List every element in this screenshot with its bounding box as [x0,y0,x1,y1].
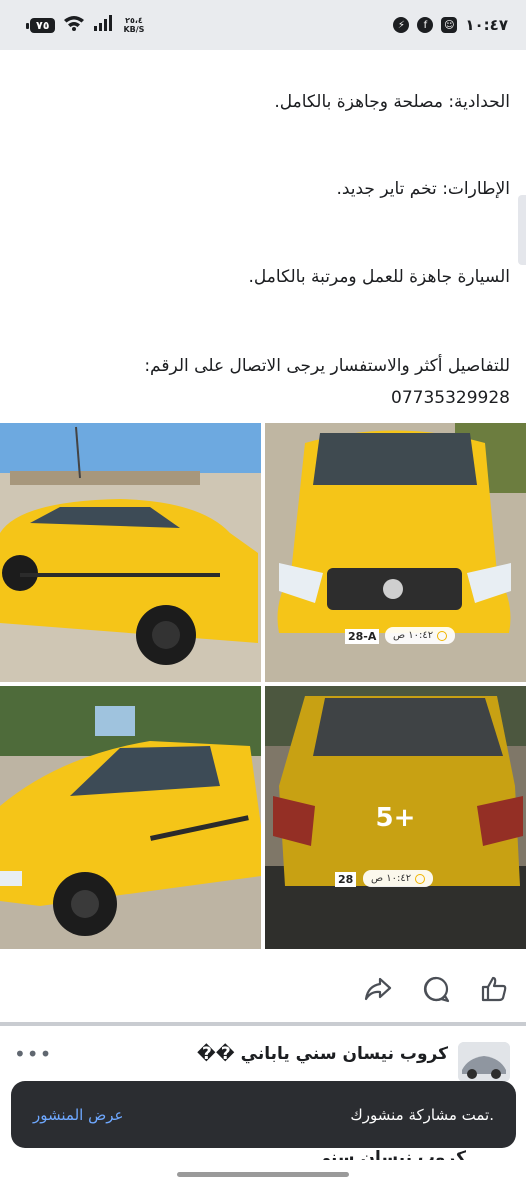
photo-timestamp: ١٠:٤٢ ص [385,627,456,644]
next-post-text-peek: كروب نيسان سني [313,1148,466,1160]
post-actions [0,960,526,1018]
toast-message: تمت مشاركة منشورك. [350,1105,494,1124]
more-options-icon[interactable]: ••• [14,1042,52,1066]
facebook-icon: f [417,17,434,33]
view-post-button[interactable]: عرض المنشور [33,1106,123,1124]
post-line-contact: للتفاصيل أكثر والاستفسار يرجى الاتصال عل… [144,356,510,376]
status-bar: ٧٥ ٢٥،٤ KB/S ⚡ f ☺ ١٠:٤٧ [0,0,526,50]
share-icon[interactable] [364,976,392,1002]
clock: ١٠:٤٧ [465,16,508,34]
car-photo-rear[interactable]: 5+ 28 ١٠:٤٢ ص [265,686,526,949]
network-speed: ٢٥،٤ KB/S [123,16,145,34]
photo-timestamp-rear: ١٠:٤٢ ص [363,870,434,887]
post-line-tires: الإطارات: تخم تاير جديد. [336,179,510,199]
photo-grid: ١٠:٤٢ ص 28-A 5+ 28 ١٠:٤٢ ص [0,423,526,949]
car-photo-side[interactable] [0,423,261,682]
messenger-icon: ⚡ [393,17,410,33]
snapchat-icon: ☺ [441,17,458,33]
post-divider [0,1022,526,1026]
license-plate-rear: 28 [335,872,357,887]
status-left: ٧٥ ٢٥،٤ KB/S [25,15,145,35]
scrollbar[interactable] [518,195,526,265]
post-line-body-work: الحدادية: مصلحة وجاهزة بالكامل. [274,92,510,112]
wifi-icon [63,15,85,35]
more-photos-overlay[interactable]: 5+ [265,686,526,949]
status-right: ⚡ f ☺ ١٠:٤٧ [393,16,508,34]
car-photo-angle[interactable] [0,686,261,949]
clock-icon [437,630,448,641]
home-indicator[interactable] [177,1172,349,1177]
post-line-ready: السيارة جاهزة للعمل ومرتبة بالكامل. [248,267,510,287]
comment-icon[interactable] [422,975,450,1003]
battery-indicator: ٧٥ [25,17,56,33]
thumbs-up-icon[interactable] [480,975,508,1003]
group-avatar[interactable] [458,1042,510,1082]
signal-icon [93,15,115,35]
clock-icon [415,873,426,884]
group-title[interactable]: كروب نيسان سني ياباني �� [197,1044,448,1064]
car-photo-front[interactable]: ١٠:٤٢ ص 28-A [265,423,526,682]
share-toast: عرض المنشور تمت مشاركة منشورك. [11,1081,516,1148]
more-photos-count: 5+ [375,802,416,833]
license-plate: 28-A [345,629,380,644]
phone-number[interactable]: 07735329928 [391,388,510,408]
